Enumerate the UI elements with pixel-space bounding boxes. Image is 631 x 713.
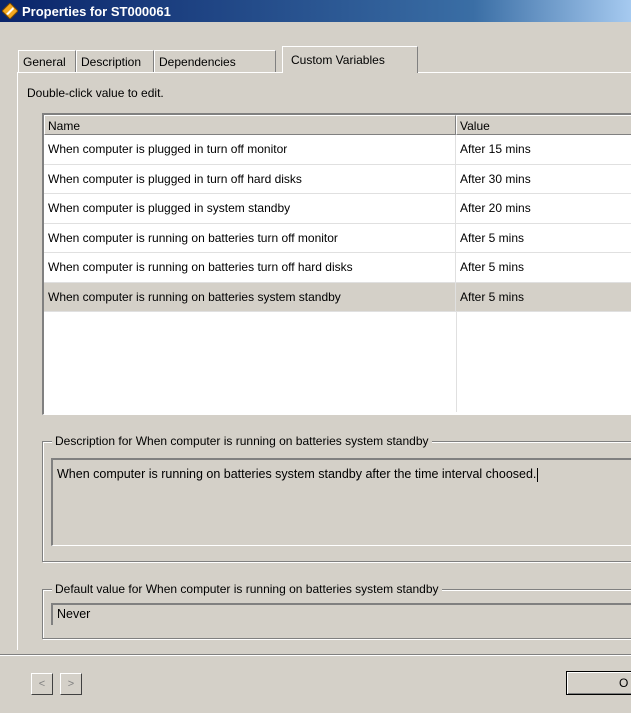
default-value-group-title: Default value for When computer is runni… bbox=[52, 582, 442, 596]
table-row[interactable]: When computer is plugged in turn off mon… bbox=[44, 135, 631, 165]
text-caret bbox=[537, 467, 539, 482]
bottom-separator bbox=[0, 654, 631, 656]
table-row[interactable]: When computer is running on batteries tu… bbox=[44, 223, 631, 253]
tab-description[interactable]: Description bbox=[76, 50, 154, 72]
previous-button[interactable]: < bbox=[31, 673, 53, 695]
row-value[interactable]: After 5 mins bbox=[456, 253, 631, 282]
tab-general[interactable]: General bbox=[18, 50, 76, 72]
edit-hint: Double-click value to edit. bbox=[27, 86, 164, 100]
ok-button[interactable]: O bbox=[566, 671, 631, 695]
window-title: Properties for ST000061 bbox=[22, 3, 171, 19]
table-empty-area bbox=[44, 312, 631, 412]
row-name: When computer is plugged in turn off har… bbox=[44, 164, 456, 193]
description-textbox[interactable]: When computer is running on batteries sy… bbox=[51, 458, 631, 546]
row-value[interactable]: After 20 mins bbox=[456, 194, 631, 223]
description-group-title: Description for When computer is running… bbox=[52, 434, 432, 448]
row-name: When computer is running on batteries tu… bbox=[44, 253, 456, 282]
variables-table[interactable]: Name Value When computer is plugged in t… bbox=[42, 113, 631, 415]
row-value[interactable]: After 15 mins bbox=[456, 135, 631, 164]
table-row[interactable]: When computer is plugged in system stand… bbox=[44, 194, 631, 224]
next-button[interactable]: > bbox=[60, 673, 82, 695]
tab-custom-variables[interactable]: Custom Variables bbox=[282, 46, 418, 73]
table-row[interactable]: When computer is plugged in turn off har… bbox=[44, 164, 631, 194]
row-value[interactable]: After 5 mins bbox=[456, 283, 631, 312]
table-row-selected[interactable]: When computer is running on batteries sy… bbox=[44, 282, 631, 312]
default-value-field[interactable]: Never bbox=[51, 603, 631, 625]
column-header-value[interactable]: Value bbox=[456, 115, 631, 135]
row-name: When computer is running on batteries sy… bbox=[44, 282, 456, 311]
table-header: Name Value bbox=[44, 115, 631, 135]
row-name: When computer is plugged in system stand… bbox=[44, 194, 456, 223]
description-text: When computer is running on batteries sy… bbox=[57, 467, 537, 481]
row-name: When computer is plugged in turn off mon… bbox=[44, 135, 456, 164]
column-header-name[interactable]: Name bbox=[44, 115, 456, 135]
table-row[interactable]: When computer is running on batteries tu… bbox=[44, 253, 631, 283]
app-icon bbox=[2, 3, 18, 19]
title-bar[interactable]: Properties for ST000061 bbox=[0, 0, 631, 22]
row-value[interactable]: After 5 mins bbox=[456, 224, 631, 253]
row-value[interactable]: After 30 mins bbox=[456, 165, 631, 194]
tab-dependencies[interactable]: Dependencies bbox=[154, 50, 276, 72]
row-name: When computer is running on batteries tu… bbox=[44, 223, 456, 252]
